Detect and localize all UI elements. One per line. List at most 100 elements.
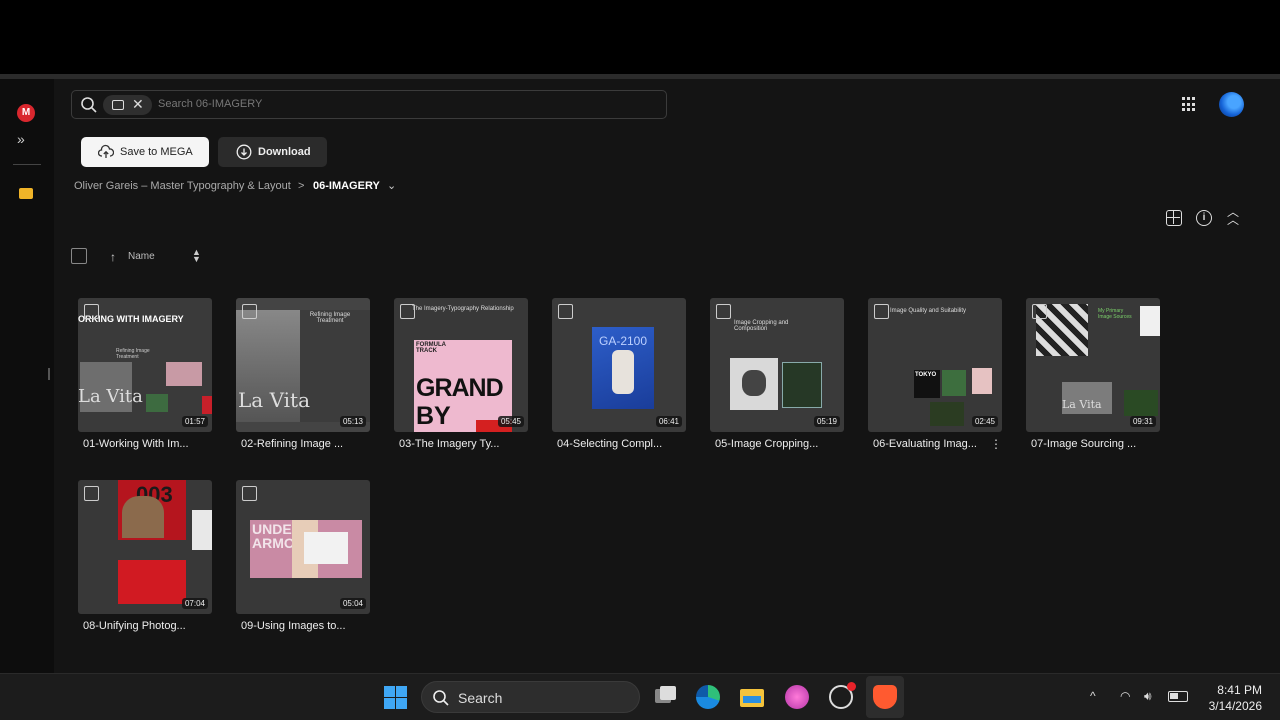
thumb-red-strip (202, 396, 212, 414)
file-name[interactable]: 07-Image Sourcing ... (1031, 438, 1136, 450)
breadcrumb-separator: > (298, 180, 305, 192)
thumb-crop-frame (782, 362, 822, 408)
cloud-drive-folder-icon[interactable] (19, 188, 33, 199)
volume-icon[interactable]: 🔊︎ (1144, 689, 1152, 704)
clear-scope-icon[interactable]: ✕ (132, 96, 144, 113)
file-checkbox[interactable] (242, 304, 257, 319)
battery-icon[interactable] (1168, 691, 1188, 702)
expand-sidebar-icon[interactable]: » (17, 131, 37, 151)
file-explorer-icon[interactable] (740, 685, 764, 709)
clock-date: 3/14/2026 (1208, 699, 1262, 713)
windows-start-icon[interactable] (384, 686, 407, 709)
thumb-right-panel (300, 310, 370, 422)
file-checkbox[interactable] (84, 304, 99, 319)
sort-arrow-up-icon[interactable]: ↑ (110, 250, 116, 264)
thumb-green-photo (1124, 390, 1158, 416)
taskbar: Search ^ ◠ 🔊︎ 8:41 PM 3/14/2026 (0, 673, 1280, 720)
sort-toggle-icon[interactable]: ▲ ▼ (192, 248, 201, 264)
sidebar: M » (0, 79, 54, 673)
download-button[interactable]: Download (218, 137, 327, 167)
search-icon (433, 690, 449, 706)
chevron-down-icon[interactable]: ⌄ (387, 179, 396, 192)
duration-badge: 05:04 (339, 598, 366, 609)
info-icon[interactable]: i (1196, 210, 1212, 226)
file-name[interactable]: 01-Working With Im... (83, 438, 189, 450)
file-checkbox[interactable] (874, 304, 889, 319)
file-name[interactable]: 08-Unifying Photog... (83, 620, 186, 632)
resize-handle[interactable] (48, 368, 50, 380)
duration-badge: 09:31 (1129, 416, 1156, 427)
thumb-title: My Primary Image Sources (1098, 308, 1132, 320)
thumb-green-card (146, 394, 168, 412)
thumb-poster-text: GA-2100 (598, 334, 648, 348)
folder-scope-icon (112, 100, 124, 110)
thumb-title: Image Cropping and Composition (734, 320, 789, 332)
thumb-car-window (742, 370, 766, 396)
thumb-overlay-text: La Vita (78, 386, 143, 407)
duration-badge: 07:04 (181, 598, 208, 609)
collapse-icon[interactable]: ︿ ︿ (1227, 206, 1239, 226)
more-options-icon[interactable]: ⋮ (990, 437, 1002, 451)
clock-time: 8:41 PM (1217, 683, 1262, 697)
thumb-pink-portrait (972, 368, 992, 394)
taskbar-search[interactable]: Search (421, 681, 640, 713)
sort-label[interactable]: Name (128, 251, 155, 262)
duration-badge: 06:41 (655, 416, 682, 427)
show-hidden-icons[interactable]: ^ (1090, 689, 1096, 703)
thumb-dark-photo (930, 402, 964, 426)
breadcrumb: Oliver Gareis – Master Typography & Layo… (74, 180, 396, 192)
file-checkbox[interactable] (400, 304, 415, 319)
file-checkbox[interactable] (84, 486, 99, 501)
thumb-subtitle: Refining Image Treatment (116, 348, 150, 360)
breadcrumb-parent[interactable]: Oliver Gareis – Master Typography & Layo… (74, 180, 291, 192)
file-checkbox[interactable] (716, 304, 731, 319)
file-name[interactable]: 06-Evaluating Imag... (873, 438, 977, 450)
search-bar[interactable]: ✕ Search 06-IMAGERY (71, 90, 667, 119)
search-input[interactable]: Search 06-IMAGERY (158, 98, 262, 110)
apps-grid-icon[interactable] (1182, 97, 1197, 112)
file-checkbox[interactable] (1032, 304, 1047, 319)
file-name[interactable]: 04-Selecting Compl... (557, 438, 662, 450)
thumb-red-poster-2 (118, 560, 186, 604)
thumb-white-frame (304, 532, 348, 564)
thumb-overlay-text: La Vita (238, 388, 311, 412)
thumb-pink-card (166, 362, 202, 386)
thumb-big-text: GRAND (416, 374, 504, 402)
thumb-overlay-text: La Vita (1062, 398, 1102, 411)
thumb-watch-hand (612, 350, 634, 394)
file-name[interactable]: 02-Refining Image ... (241, 438, 343, 450)
browser-top-area (0, 0, 1280, 74)
wifi-icon[interactable]: ◠ (1120, 689, 1130, 703)
file-name[interactable]: 05-Image Cropping... (715, 438, 818, 450)
task-view-icon[interactable] (653, 685, 677, 709)
duration-badge: 05:45 (497, 416, 524, 427)
file-checkbox[interactable] (242, 486, 257, 501)
save-to-mega-button[interactable]: Save to MEGA (81, 137, 209, 167)
thumb-fighter (122, 496, 164, 538)
breadcrumb-current[interactable]: 06-IMAGERY (313, 180, 380, 192)
sidebar-divider (13, 164, 41, 165)
duration-badge: 05:19 (813, 416, 840, 427)
clock[interactable]: 8:41 PM 3/14/2026 (1196, 682, 1262, 714)
thumb-green-poster (942, 370, 966, 396)
search-scope-chip[interactable]: ✕ (103, 95, 152, 115)
brain-app-icon[interactable] (785, 685, 809, 709)
thumb-white-card (1140, 306, 1160, 336)
download-label: Download (258, 146, 311, 158)
file-name[interactable]: 03-The Imagery Ty... (399, 438, 499, 450)
file-name[interactable]: 09-Using Images to... (241, 620, 346, 632)
active-app-highlight (866, 676, 904, 718)
file-checkbox[interactable] (558, 304, 573, 319)
thumb-title: The Imagery-Typography Relationship (412, 306, 514, 312)
cloud-upload-icon (98, 144, 114, 158)
avatar[interactable] (1219, 92, 1244, 117)
thumb-title: Refining Image Treatment (309, 312, 351, 324)
thumb-small-text: FORMULA TRACK (416, 342, 446, 354)
edge-browser-icon[interactable] (696, 685, 720, 709)
grid-view-icon[interactable] (1166, 210, 1182, 226)
chatgpt-icon[interactable] (829, 682, 856, 709)
download-icon (236, 144, 252, 160)
mega-logo-icon[interactable]: M (17, 104, 35, 122)
thumb-white-strip (192, 510, 212, 550)
select-all-checkbox[interactable] (71, 248, 87, 264)
